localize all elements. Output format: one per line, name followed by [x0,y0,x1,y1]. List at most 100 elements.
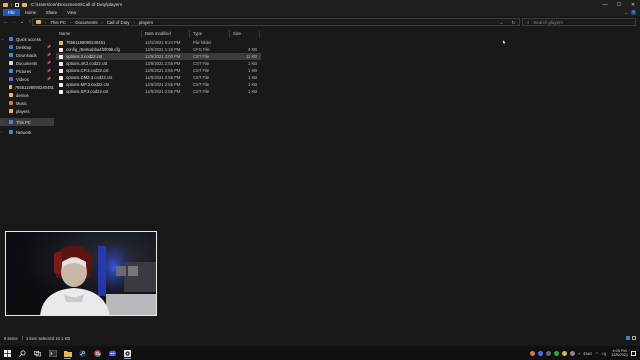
file-row[interactable]: options.4K3.cod22.cst 12/5/2021 2:55 PM … [56,60,261,67]
taskbar-app-obs[interactable] [120,346,135,360]
language-indicator[interactable]: ENG [584,351,593,356]
desktop-icon [9,45,13,49]
file-row[interactable]: options.SP.3.cod22.cst 12/5/2021 2:55 PM… [56,88,261,95]
discord-tray-icon[interactable] [538,350,544,356]
ribbon-tabs: File Home Share View ⌄ ? [0,9,640,16]
pin-icon: 📌 [46,61,51,65]
sidebar-item-pictures[interactable]: Pictures 📌 [0,67,54,75]
divider [21,336,22,340]
column-header-name[interactable]: Name [56,30,142,38]
tab-file[interactable]: File [3,9,20,16]
cfg-file-icon [59,47,63,52]
address-dropdown-icon[interactable]: ⌄ [500,20,504,26]
breadcrumb-call-of-duty[interactable]: Call of Duty [107,20,130,25]
breadcrumb-players[interactable]: players [139,20,153,25]
chevron-down-icon[interactable]: ⌄ [1,37,4,41]
sidebar-item-this-pc[interactable]: › This PC [0,118,54,126]
sidebar-item-downloads[interactable]: Downloads 📌 [0,51,54,59]
sidebar-item-players[interactable]: players [0,107,54,115]
search-icon: ⌕ [527,19,530,25]
sidebar-item-desktop[interactable]: Desktop 📌 [0,43,54,51]
tab-view[interactable]: View [62,9,81,16]
volume-icon[interactable]: ◁) [602,351,606,356]
maximize-button[interactable]: ☐ [612,0,626,9]
folder-icon [9,93,13,97]
download-icon [9,53,13,57]
new-folder-icon[interactable] [22,2,27,7]
clock[interactable]: 4:05 PM 12/5/2021 [611,349,628,358]
file-row[interactable]: options.CP.3.cod22.cst 12/5/2021 2:55 PM… [56,67,261,74]
sidebar-item-steam-id-folder[interactable]: 76561198090240481 [0,83,54,91]
refresh-button[interactable]: ↻ [511,20,515,26]
forward-button[interactable]: → [10,19,18,25]
tab-share[interactable]: Share [41,9,62,16]
start-button[interactable] [0,346,15,360]
divider [11,2,12,7]
search-placeholder[interactable]: Search players [533,20,562,25]
selection-info: 1 item selected 10.1 KB [26,335,71,341]
column-header-size[interactable]: Size [230,30,260,38]
help-button[interactable]: ? [631,10,636,15]
search-box[interactable]: ⌕ Search players [522,18,636,26]
taskbar-app-file-explorer[interactable] [60,346,75,360]
cst-file-icon [59,68,63,73]
taskbar-search-button[interactable] [15,346,30,360]
task-view-button[interactable] [30,346,45,360]
tray-app-icon[interactable] [562,350,568,356]
system-tray: ˄ ENG ◠ ◁) 4:05 PM 12/5/2021 [530,346,640,360]
computer-icon [9,120,13,124]
pin-icon: 📌 [46,45,51,49]
obs-icon [124,349,131,357]
steam-tray-icon[interactable] [546,350,552,356]
chevron-up-icon[interactable]: ˄ [578,351,580,356]
properties-icon[interactable] [15,2,19,7]
discord-icon [109,350,116,356]
tray-app-icon[interactable] [530,350,536,356]
file-row-selected[interactable]: options.3.cod22.cst 12/5/2021 3:00 PM CS… [56,53,261,60]
file-row[interactable]: config_r5e9cabba4f2f09b.cfg 12/5/2021 1:… [56,46,261,53]
chevron-right-icon[interactable]: › [1,130,2,134]
tray-app-icon[interactable] [570,350,576,356]
tray-app-icon[interactable] [554,350,560,356]
taskbar: ˄ ENG ◠ ◁) 4:05 PM 12/5/2021 [0,346,640,360]
close-button[interactable]: ✕ [626,0,640,9]
large-icons-view-icon[interactable] [632,335,636,340]
taskbar-app-discord[interactable] [105,346,120,360]
details-view-icon[interactable] [626,335,630,340]
title-bar: C:\Users\cer\Documents\Call of Duty\play… [0,0,640,9]
pin-icon: 📌 [46,69,51,73]
sidebar-item-videos[interactable]: Videos 📌 [0,75,54,83]
sidebar-item-network[interactable]: › Network [0,128,54,136]
sidebar-item-music[interactable]: Music [0,99,54,107]
file-row[interactable]: options.DMZ.3.cod22.cst 12/5/2021 2:55 P… [56,74,261,81]
back-button[interactable]: ← [2,19,10,25]
webcam-feed-image [6,232,156,315]
tab-home[interactable]: Home [20,9,41,16]
sidebar-item-documents[interactable]: Documents 📌 [0,59,54,67]
chevron-right-icon[interactable]: › [1,120,2,124]
address-bar[interactable]: › This PC › Documents › Call of Duty › p… [32,18,520,26]
notifications-icon[interactable] [631,350,636,356]
breadcrumb-this-pc[interactable]: This PC [50,20,66,25]
expand-ribbon-icon[interactable]: ⌄ [625,10,628,15]
file-row[interactable]: options.MP.3.cod22.cst 12/5/2021 2:55 PM… [56,81,261,88]
item-count: 8 items [4,335,18,341]
minimize-button[interactable]: — [598,0,612,9]
column-header-type[interactable]: Type [190,30,230,38]
file-row[interactable]: 76561198090240481 12/1/2021 9:24 PM File… [56,39,261,46]
folder-icon [59,40,63,45]
sidebar-item-quick-access[interactable]: ⌄ Quick access [0,35,54,43]
file-explorer-icon [63,350,72,357]
column-header-date-modified[interactable]: Date modified [142,30,190,38]
pictures-icon [9,69,13,73]
breadcrumb-documents[interactable]: Documents [75,20,97,25]
taskbar-app-chrome[interactable] [90,346,105,360]
wifi-icon[interactable]: ◠ [595,351,599,356]
taskbar-app-steam[interactable] [75,346,90,360]
windows-start-icon [4,349,11,357]
folder-icon [9,109,13,113]
sidebar-item-demos[interactable]: demos [0,91,54,99]
recent-locations-button[interactable]: ⌄ [18,19,26,25]
taskbar-app-terminal[interactable] [45,346,60,360]
cst-file-icon [59,75,63,80]
